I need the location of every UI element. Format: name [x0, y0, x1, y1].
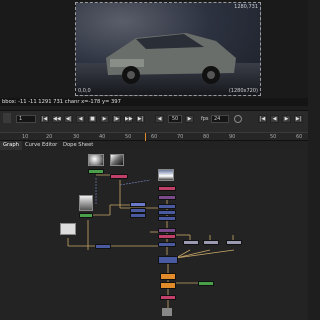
- frame-in-field[interactable]: 1: [16, 115, 36, 123]
- fps-label: fps: [201, 116, 209, 122]
- node-thumbnail[interactable]: [110, 154, 124, 166]
- range-start-button[interactable]: |◀: [258, 115, 267, 123]
- fps-field[interactable]: 24: [211, 115, 229, 123]
- current-frame-field[interactable]: 50: [168, 115, 182, 123]
- step-back-button[interactable]: ◀|: [64, 115, 73, 123]
- play-back-button[interactable]: ◀: [76, 115, 85, 123]
- node-graph[interactable]: [0, 150, 308, 320]
- skip-forward-button[interactable]: ▶: [185, 115, 194, 123]
- playhead[interactable]: [145, 133, 146, 141]
- info-bar: bbox: -11 -11 1291 731 chanr x=-178 y= 3…: [0, 98, 308, 106]
- play-button[interactable]: ▶: [100, 115, 109, 123]
- range-end-button[interactable]: ▶|: [294, 115, 303, 123]
- last-frame-button[interactable]: ▶|: [136, 115, 145, 123]
- graph-node[interactable]: [158, 256, 178, 264]
- graph-node[interactable]: [160, 273, 176, 280]
- step-forward-button[interactable]: |▶: [112, 115, 121, 123]
- node-thumbnail[interactable]: [60, 223, 76, 235]
- graph-node[interactable]: [198, 281, 214, 286]
- editor-tabs: Graph Curve Editor Dope Sheet: [0, 141, 308, 150]
- stop-button[interactable]: ■: [88, 115, 97, 123]
- node-connections: [67, 174, 235, 308]
- graph-node[interactable]: [158, 242, 176, 247]
- range-prev-button[interactable]: ◀: [270, 115, 279, 123]
- graph-node[interactable]: [158, 186, 176, 191]
- graph-node[interactable]: [203, 240, 219, 245]
- node-thumbnail[interactable]: [158, 169, 174, 181]
- node-thumbnail[interactable]: [162, 308, 172, 316]
- graph-node[interactable]: [110, 174, 128, 179]
- range-next-button[interactable]: ▶: [282, 115, 291, 123]
- ruler-tick: 50: [125, 134, 132, 140]
- graph-node[interactable]: [95, 244, 111, 249]
- ruler-tick: 20: [46, 134, 53, 140]
- node-thumbnail[interactable]: [88, 154, 104, 166]
- timeline-controls: 1 |◀ ◀◀ ◀| ◀ ■ ▶ |▶ ▶▶ ▶| ◀ 50 ▶ fps 24 …: [0, 110, 308, 132]
- car-render-image: [76, 33, 260, 95]
- tab-curve-editor[interactable]: Curve Editor: [22, 141, 60, 150]
- viewer-panel[interactable]: 1280,731 (1280x720) 0,0,0: [0, 0, 308, 98]
- loop-icon[interactable]: [234, 115, 242, 123]
- graph-node[interactable]: [158, 195, 176, 200]
- graph-node[interactable]: [158, 234, 176, 239]
- ruler-tick: 50: [270, 134, 277, 140]
- ruler-tick: 70: [177, 134, 184, 140]
- graph-node[interactable]: [158, 216, 176, 221]
- resolution-bottom-label: (1280x720): [228, 88, 258, 94]
- prev-key-button[interactable]: ◀◀: [52, 115, 61, 123]
- viewer-image[interactable]: 1280,731 (1280x720) 0,0,0: [75, 2, 261, 96]
- graph-node[interactable]: [158, 210, 176, 215]
- tab-graph[interactable]: Graph: [0, 141, 22, 150]
- graph-node[interactable]: [88, 169, 104, 174]
- graph-node[interactable]: [226, 240, 242, 245]
- node-thumbnail[interactable]: [79, 195, 93, 211]
- graph-node[interactable]: [183, 240, 199, 245]
- graph-node[interactable]: [160, 282, 176, 289]
- graph-node[interactable]: [158, 228, 176, 233]
- ruler-tick: 10: [22, 134, 29, 140]
- graph-node[interactable]: [158, 204, 176, 209]
- lock-icon[interactable]: [3, 113, 11, 123]
- next-key-button[interactable]: ▶▶: [124, 115, 133, 123]
- first-frame-button[interactable]: |◀: [40, 115, 49, 123]
- graph-node[interactable]: [79, 213, 93, 218]
- graph-node[interactable]: [130, 213, 146, 218]
- graph-node[interactable]: [130, 202, 146, 207]
- ruler-tick: 30: [73, 134, 80, 140]
- resolution-top-label: 1280,731: [234, 4, 258, 10]
- ruler-tick: 60: [296, 134, 303, 140]
- origin-label: 0,0,0: [78, 88, 91, 94]
- ruler-tick: 60: [151, 134, 158, 140]
- ruler-tick: 40: [99, 134, 106, 140]
- timeline-ruler[interactable]: 10 20 30 40 50 60 70 80 90 50 60: [0, 132, 308, 141]
- ruler-tick: 80: [203, 134, 210, 140]
- ruler-tick: 90: [229, 134, 236, 140]
- skip-back-button[interactable]: ◀: [155, 115, 164, 123]
- graph-node[interactable]: [160, 295, 176, 300]
- tab-dope-sheet[interactable]: Dope Sheet: [60, 141, 96, 150]
